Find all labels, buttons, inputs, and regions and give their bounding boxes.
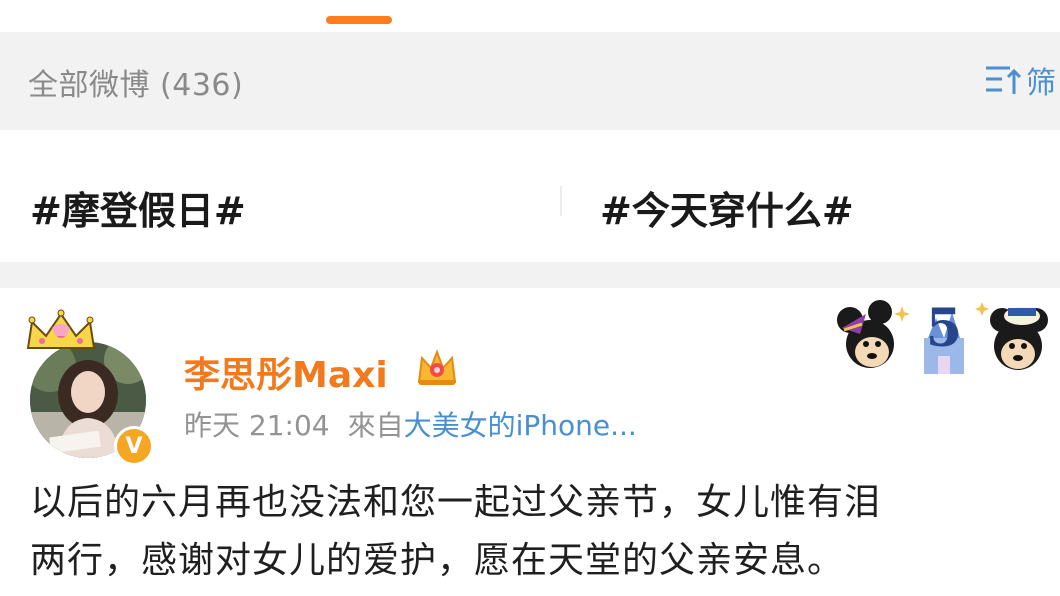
weibo-count-label: 全部微博 (436) — [28, 68, 244, 103]
topic-divider — [560, 186, 562, 216]
verified-v-icon: V — [114, 426, 154, 466]
topic-what-to-wear-today[interactable]: #今天穿什么# — [600, 180, 854, 235]
post-text-line: 两行，感谢对女儿的爱护，愿在天堂的父亲安息。 — [30, 540, 845, 581]
post-time: 昨天 21:04 — [184, 409, 330, 442]
filter-label: 筛 — [1026, 66, 1056, 101]
disney-5-anniversary-sticker[interactable]: 5 — [832, 294, 1052, 382]
filter-button[interactable]: 筛 — [984, 58, 1056, 102]
avatar[interactable]: V — [22, 308, 154, 466]
active-tab-indicator — [326, 16, 392, 24]
weibo-post: V 李思彤Maxi 昨天 21:04 來自大美女的iPhone... 5 以后的… — [0, 288, 1060, 596]
username[interactable]: 李思彤Maxi — [184, 346, 388, 398]
top-tab-strip — [0, 0, 1060, 32]
pink-crown-frame-icon — [22, 308, 100, 358]
section-gap — [0, 262, 1060, 288]
source-prefix: 來自 — [347, 409, 404, 442]
topic-row: #摩登假日# #今天穿什么# — [0, 130, 1060, 262]
post-source-link[interactable]: 大美女的iPhone... — [404, 409, 637, 442]
svg-text:5: 5 — [926, 298, 962, 359]
topic-modern-holiday[interactable]: #摩登假日# — [30, 180, 246, 235]
vip-crown-icon[interactable] — [416, 348, 458, 392]
filter-sort-icon — [984, 62, 1022, 98]
post-body: 以后的六月再也没法和您一起过父亲节，女儿惟有泪 两行，感谢对女儿的爱护，愿在天堂… — [30, 474, 1060, 590]
post-text-line: 以后的六月再也没法和您一起过父亲节，女儿惟有泪 — [30, 482, 882, 523]
post-meta: 昨天 21:04 來自大美女的iPhone... — [184, 404, 637, 444]
